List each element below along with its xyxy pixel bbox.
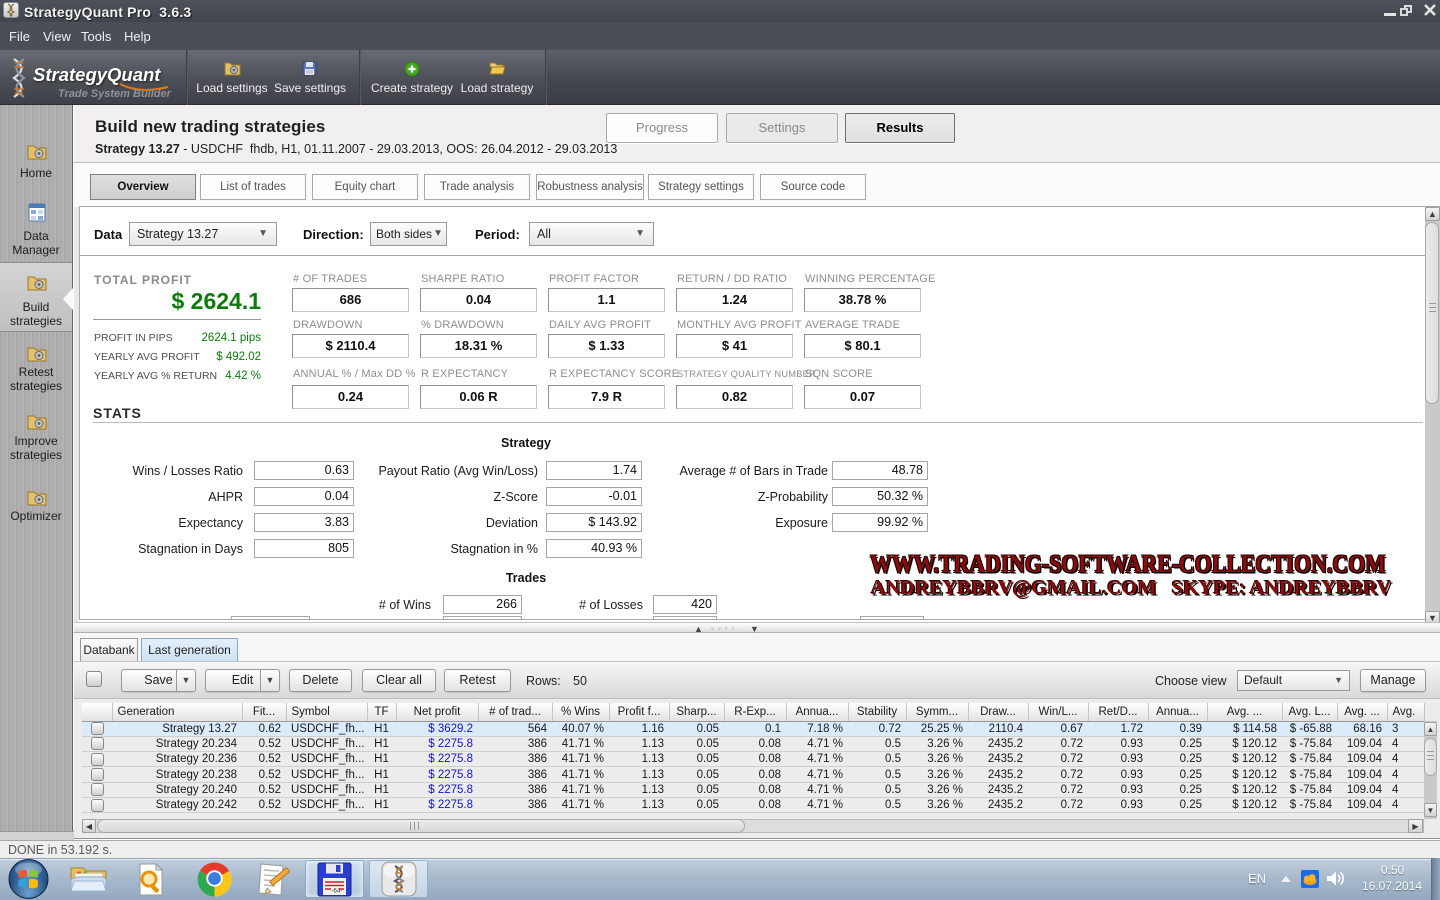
- svg-text:-64-: -64-: [332, 889, 343, 895]
